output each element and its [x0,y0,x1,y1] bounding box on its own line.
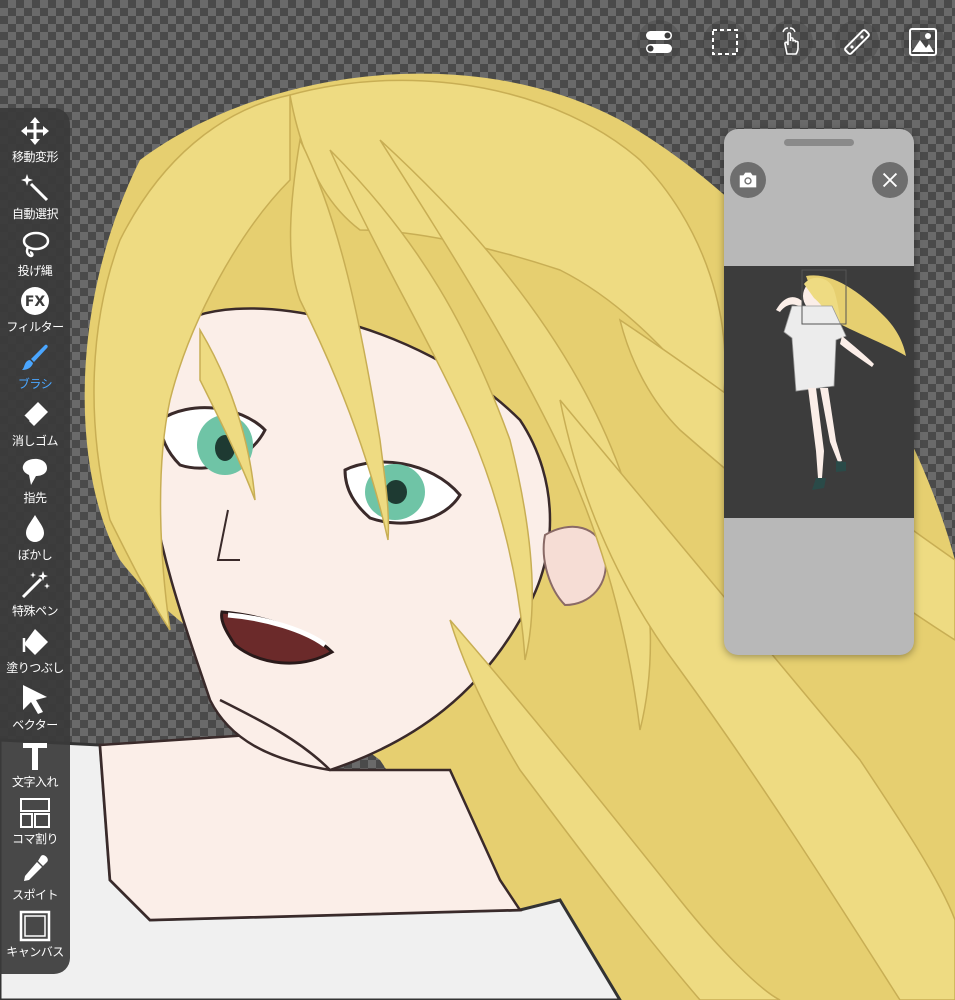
tool-lasso[interactable]: 投げ縄 [0,228,70,285]
eraser-icon [23,401,48,426]
blur-drop-icon [26,514,44,542]
tool-blur[interactable]: ぼかし [0,512,70,569]
move-transform-icon [21,117,49,145]
tool-label: ブラシ [17,377,53,392]
brush-icon [22,344,48,371]
tool-label: キャンバス [6,945,64,960]
tool-label: フィルター [6,320,64,335]
image-layer-icon [909,28,937,56]
tool-frame-divide[interactable]: コマ割り [0,796,70,853]
tool-filter[interactable]: FX フィルター [0,284,70,341]
tool-text[interactable]: 文字入れ [0,739,70,796]
toggle-switch-icon [646,31,672,53]
toggle-switch-button[interactable] [637,20,681,64]
navigator-panel[interactable] [724,129,914,655]
ruler-icon [844,29,870,55]
frame-divide-icon [20,797,50,828]
tool-eraser[interactable]: 消しゴム [0,398,70,455]
navigator-camera-button[interactable] [730,162,766,198]
tool-brush[interactable]: ブラシ [0,341,70,398]
ruler-button[interactable] [835,20,879,64]
tool-label: 指先 [23,490,47,505]
tool-special-pen[interactable]: 特殊ペン [0,568,70,625]
close-icon [882,172,898,188]
camera-icon [739,172,757,188]
fx-filter-icon: FX [21,287,49,316]
smudge-icon [22,458,47,485]
text-t-icon [23,742,47,770]
tool-label: 文字入れ [11,774,59,789]
tool-move-transform[interactable]: 移動変形 [0,114,70,171]
tool-label: コマ割り [11,831,59,846]
tool-eyedropper[interactable]: スポイト [0,852,70,909]
tool-fill[interactable]: 塗りつぶし [0,625,70,682]
tool-label: ぼかし [17,547,53,562]
tool-smudge[interactable]: 指先 [0,455,70,512]
tool-label: 特殊ペン [11,604,59,619]
dashed-selection-icon [712,29,738,55]
fill-bucket-icon [22,629,48,656]
canvas-icon [19,910,51,942]
vector-arrow-icon [23,684,47,714]
magic-wand-icon [21,173,49,201]
tool-magic-wand[interactable]: 自動選択 [0,171,70,228]
tool-label: 消しゴム [11,433,59,448]
layer-button[interactable] [901,20,945,64]
tool-palette: 移動変形 自動選択 投げ縄 FX フィルター ブラシ 消しゴム 指先 ぼかし 特… [0,108,70,974]
tool-label: 塗りつぶし [6,661,64,676]
navigator-drag-handle[interactable] [784,139,854,146]
touch-gesture-icon [782,27,799,55]
lasso-icon [22,231,50,257]
top-toolbar [637,20,945,64]
special-pen-icon [21,571,50,599]
navigator-preview[interactable] [724,266,914,518]
tool-label: 移動変形 [11,150,59,164]
tool-label: 自動選択 [11,206,59,221]
selection-button[interactable] [703,20,747,64]
tool-label: ベクター [12,717,58,732]
touch-gesture-button[interactable] [769,20,813,64]
tool-canvas[interactable]: キャンバス [0,909,70,966]
eyedropper-icon [24,855,48,882]
tool-label: スポイト [11,888,59,903]
navigator-close-button[interactable] [872,162,908,198]
svg-text:FX: FX [25,294,46,310]
tool-label: 投げ縄 [17,263,53,278]
navigator-thumbnail [776,269,906,490]
tool-vector[interactable]: ベクター [0,682,70,739]
